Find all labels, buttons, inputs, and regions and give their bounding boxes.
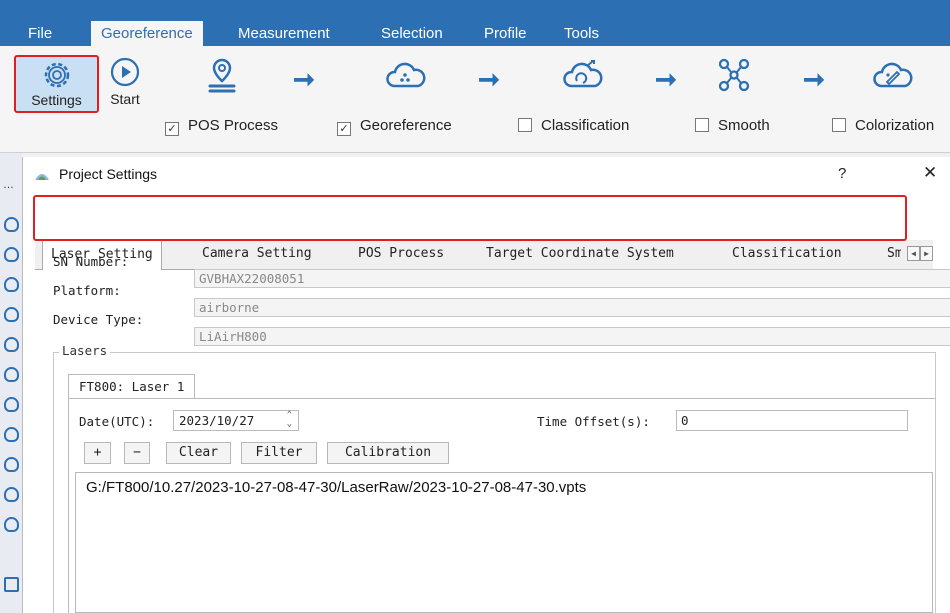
start-button[interactable]: Start — [103, 56, 147, 107]
laser-tab[interactable]: FT800: Laser 1 — [68, 374, 196, 399]
platform-label: Platform: — [53, 283, 121, 298]
georeference-label: Georeference — [360, 117, 452, 134]
menu-measurement[interactable]: Measurement — [228, 21, 340, 46]
colorization-label: Colorization — [855, 117, 935, 134]
dialog-titlebar: Project Settings ? ✕ — [23, 157, 950, 193]
georeference-checkbox[interactable]: ✓ Georeference — [337, 116, 452, 136]
cloud-color-icon[interactable] — [871, 54, 915, 98]
menu-profile[interactable]: Profile — [474, 21, 537, 46]
colorization-checkbox[interactable]: Colorization — [832, 116, 934, 136]
play-icon — [110, 57, 140, 87]
spin-down-icon[interactable]: ⌄ — [287, 420, 292, 429]
menu-georeference[interactable]: Georeference — [91, 21, 203, 46]
cloud-points-icon[interactable] — [384, 54, 428, 98]
menu-bar: File Georeference Measurement Selection … — [0, 0, 950, 46]
arrow-right-icon: ➞ — [655, 64, 677, 94]
sn-number-field[interactable]: GVBHAX22008051 — [194, 269, 950, 288]
device-type-field[interactable]: LiAirH800 — [194, 327, 950, 346]
smooth-label: Smooth — [718, 117, 770, 134]
tab-camera-setting[interactable]: Camera Setting — [202, 240, 312, 270]
document-icon[interactable] — [4, 577, 19, 592]
sn-number-label: SN Number: — [53, 254, 129, 269]
arrow-right-icon: ➞ — [293, 64, 315, 94]
menu-tools[interactable]: Tools — [554, 21, 609, 46]
time-offset-input[interactable]: 0 — [676, 410, 908, 431]
left-tool-strip: … — [0, 153, 22, 613]
tab-target-coordinate-system[interactable]: Target Coordinate System — [486, 240, 674, 270]
cloud-icon[interactable] — [4, 247, 19, 262]
tabs-highlight — [33, 195, 907, 241]
pos-process-checkbox[interactable]: ✓ POS Process — [165, 116, 278, 136]
platform-field[interactable]: airborne — [194, 298, 950, 317]
settings-tab-strip: Laser Setting Camera Setting POS Process… — [35, 240, 933, 270]
date-value: 2023/10/27 — [179, 413, 255, 428]
classification-label: Classification — [541, 117, 630, 134]
add-button[interactable]: + — [84, 442, 111, 464]
tab-pos-process[interactable]: POS Process — [358, 240, 444, 270]
pos-process-label: POS Process — [188, 117, 279, 134]
arrow-right-icon: ➞ — [478, 64, 500, 94]
tab-classification[interactable]: Classification — [732, 240, 842, 270]
checkmark-icon: ✓ — [337, 122, 351, 136]
cloud-icon[interactable] — [4, 487, 19, 502]
device-type-row: Device Type: LiAirH800 — [53, 312, 950, 346]
filter-button[interactable]: Filter — [241, 442, 317, 464]
settings-highlight — [14, 55, 99, 113]
time-offset-label: Time Offset(s): — [537, 414, 650, 429]
lasers-group-title: Lasers — [59, 343, 111, 358]
sn-number-row: SN Number: GVBHAX22008051 — [53, 254, 950, 288]
tab-smooth[interactable]: Sm — [887, 240, 901, 270]
cloud-icon[interactable] — [4, 427, 19, 442]
cloud-icon[interactable] — [4, 457, 19, 472]
cloud-icon[interactable] — [4, 337, 19, 352]
nodes-icon[interactable] — [712, 54, 756, 98]
more-icon[interactable]: … — [3, 179, 14, 191]
cloud-icon[interactable] — [4, 307, 19, 322]
platform-row: Platform: airborne — [53, 283, 950, 317]
cloud-icon[interactable] — [4, 277, 19, 292]
cloud-classify-icon[interactable] — [561, 54, 605, 98]
checkmark-icon: ✓ — [165, 122, 179, 136]
close-button[interactable]: ✕ — [923, 163, 937, 183]
cloud-icon[interactable] — [4, 367, 19, 382]
calibration-button[interactable]: Calibration — [327, 442, 449, 464]
list-item[interactable]: G:/FT800/10.27/2023-10-27-08-47-30/Laser… — [86, 479, 586, 496]
cloud-icon[interactable] — [4, 217, 19, 232]
date-utc-label: Date(UTC): — [79, 414, 155, 429]
help-button[interactable]: ? — [838, 165, 846, 182]
laser-file-list[interactable]: G:/FT800/10.27/2023-10-27-08-47-30/Laser… — [75, 472, 933, 613]
menu-selection[interactable]: Selection — [371, 21, 453, 46]
arrow-right-icon: ➞ — [803, 64, 825, 94]
start-label: Start — [110, 91, 140, 107]
tab-scroll-left-icon[interactable]: ◀ — [907, 246, 920, 261]
remove-button[interactable]: − — [124, 442, 150, 464]
dialog-title: Project Settings — [59, 166, 158, 182]
menu-file[interactable]: File — [18, 21, 62, 46]
smooth-checkbox[interactable]: Smooth — [695, 116, 770, 136]
classification-checkbox[interactable]: Classification — [518, 116, 629, 136]
device-type-label: Device Type: — [53, 312, 144, 327]
date-spinbox[interactable]: 2023/10/27 ⌃ ⌄ — [173, 410, 299, 431]
clear-button[interactable]: Clear — [166, 442, 231, 464]
cloud-icon[interactable] — [4, 517, 19, 532]
ribbon-toolbar: Settings Start ➞ ➞ ➞ ➞ ✓ POS Process ✓ G… — [0, 46, 950, 153]
cloud-icon[interactable] — [4, 397, 19, 412]
tab-scroll-right-icon[interactable]: ▶ — [920, 246, 933, 261]
app-logo-icon — [35, 174, 49, 180]
location-pin-icon[interactable] — [200, 54, 244, 98]
